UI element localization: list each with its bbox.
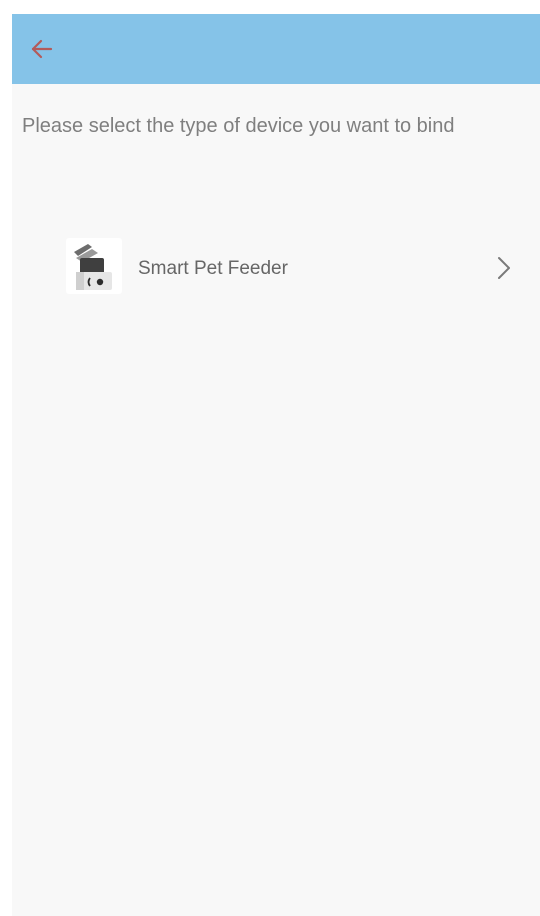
- chevron-right-icon: [498, 257, 510, 279]
- pet-feeder-icon: [66, 238, 122, 294]
- device-item-smart-pet-feeder[interactable]: Smart Pet Feeder: [52, 234, 532, 302]
- app-screen: Please select the type of device you wan…: [12, 14, 540, 916]
- top-bar: [12, 14, 540, 84]
- device-label: Smart Pet Feeder: [138, 258, 288, 279]
- back-button[interactable]: [22, 31, 62, 67]
- device-type-prompt: Please select the type of device you wan…: [22, 115, 455, 137]
- arrow-left-icon: [31, 39, 53, 59]
